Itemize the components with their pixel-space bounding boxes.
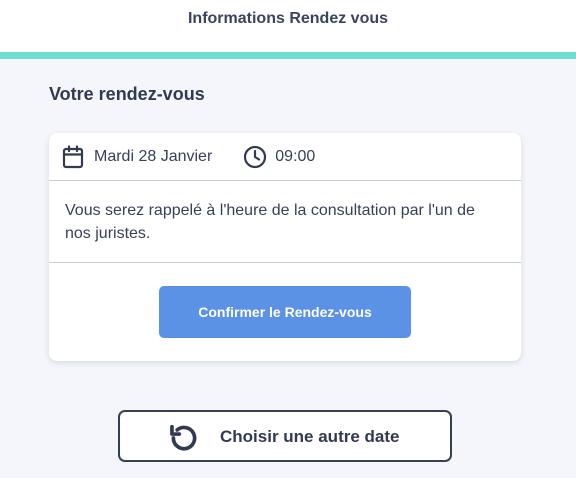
header: Informations Rendez vous: [0, 0, 576, 59]
choose-other-date-button[interactable]: Choisir une autre date: [118, 410, 452, 462]
appointment-card: Mardi 28 Janvier 09:00 Vous serez rappel…: [49, 133, 521, 361]
confirm-appointment-button[interactable]: Confirmer le Rendez-vous: [159, 286, 411, 338]
appointment-message: Vous serez rappelé à l'heure de la consu…: [49, 181, 521, 263]
page-title: Informations Rendez vous: [187, 10, 389, 27]
choose-other-date-label: Choisir une autre date: [220, 427, 400, 446]
section-title: Votre rendez-vous: [49, 84, 205, 104]
appointment-meta-row: Mardi 28 Janvier 09:00: [49, 133, 521, 181]
appointment-date: Mardi 28 Janvier: [62, 144, 213, 169]
clock-icon: [243, 145, 267, 169]
rotate-ccw-icon: [167, 421, 201, 460]
calendar-icon: [62, 144, 84, 169]
appointment-date-text: Mardi 28 Janvier: [94, 147, 213, 165]
appointment-time-text: 09:00: [275, 147, 316, 165]
appointment-time: 09:00: [243, 145, 315, 169]
